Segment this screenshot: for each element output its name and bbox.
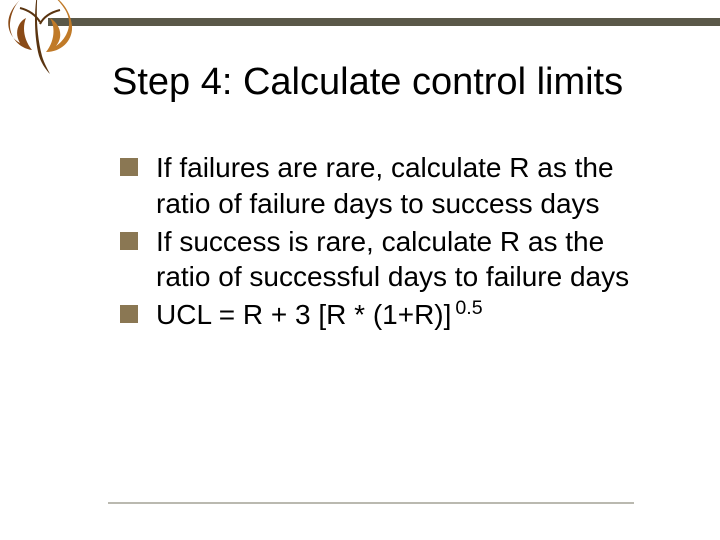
list-item-text: If failures are rare, calculate R as the… bbox=[156, 150, 660, 222]
square-bullet-icon bbox=[120, 305, 138, 323]
leaf-icon bbox=[0, 0, 90, 78]
formula-base: UCL = R + 3 [R * (1+R)] bbox=[156, 299, 451, 330]
list-item: UCL = R + 3 [R * (1+R)]0.5 bbox=[120, 297, 660, 333]
square-bullet-icon bbox=[120, 232, 138, 250]
top-rule bbox=[48, 18, 720, 26]
square-bullet-icon bbox=[120, 158, 138, 176]
formula-exponent: 0.5 bbox=[455, 297, 482, 319]
list-item-text: UCL = R + 3 [R * (1+R)]0.5 bbox=[156, 297, 483, 333]
slide-title: Step 4: Calculate control limits bbox=[112, 60, 690, 106]
list-item: If success is rare, calculate R as the r… bbox=[120, 224, 660, 296]
slide-body: If failures are rare, calculate R as the… bbox=[120, 150, 660, 335]
bottom-rule bbox=[108, 502, 634, 504]
slide: Step 4: Calculate control limits If fail… bbox=[0, 0, 720, 540]
list-item: If failures are rare, calculate R as the… bbox=[120, 150, 660, 222]
list-item-text: If success is rare, calculate R as the r… bbox=[156, 224, 660, 296]
